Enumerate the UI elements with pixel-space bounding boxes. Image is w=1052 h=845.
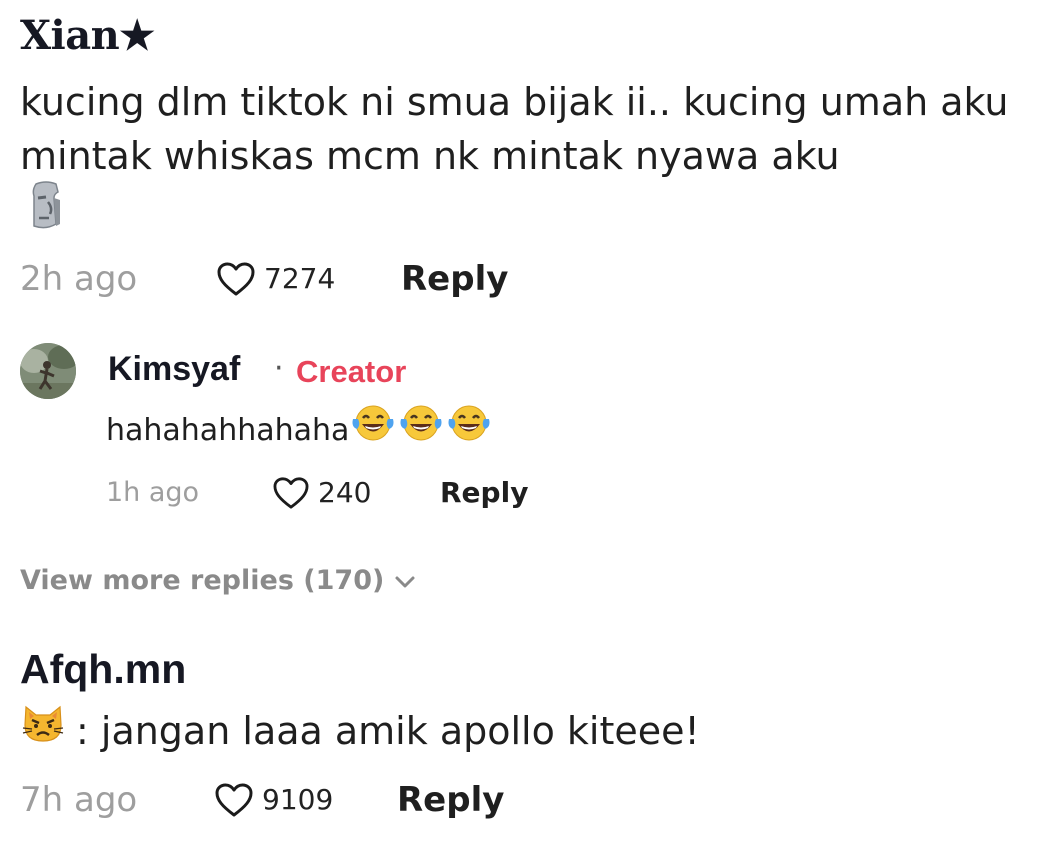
heart-icon[interactable] — [216, 261, 256, 297]
pouting-cat-emoji-icon — [20, 703, 66, 758]
reply-text-line: hahahahhahaha — [106, 403, 493, 458]
reply-username[interactable]: Kimsyaf — [108, 346, 240, 392]
separator-dot: · — [274, 351, 284, 386]
avatar[interactable] — [20, 343, 76, 399]
like-count: 240 — [318, 476, 372, 509]
heart-icon[interactable] — [272, 476, 310, 510]
comment-text: kucing dlm tiktok ni smua bijak ii.. kuc… — [20, 80, 1009, 178]
view-more-label: View more replies (170) — [20, 565, 385, 596]
reply-time: 1h ago — [106, 477, 200, 508]
comment-time: 2h ago — [20, 259, 138, 299]
chevron-down-icon — [394, 562, 416, 600]
reply-button[interactable]: Reply — [397, 780, 504, 820]
laughing-tears-emoji-icon — [445, 403, 493, 458]
like-count: 9109 — [262, 783, 334, 816]
like-count: 7274 — [264, 262, 336, 295]
reply-text: hahahahhahaha — [106, 412, 350, 448]
creator-badge: Creator — [296, 354, 407, 389]
heart-icon[interactable] — [214, 782, 254, 818]
comment-text-line: : jangan laaa amik apollo kiteee! — [20, 703, 700, 758]
like-button[interactable]: 7274 — [216, 259, 335, 299]
moai-emoji-icon — [24, 180, 68, 232]
like-button[interactable]: 240 — [272, 475, 371, 511]
reply-button[interactable]: Reply — [440, 475, 528, 511]
comment-username[interactable]: Afqh.mn — [20, 643, 186, 695]
comment-username[interactable]: Xian★ — [20, 10, 155, 62]
laughing-tears-emoji-icon — [397, 403, 445, 458]
comment-text: : jangan laaa amik apollo kiteee! — [76, 708, 700, 753]
comment-time: 7h ago — [20, 780, 138, 820]
like-button[interactable]: 9109 — [214, 780, 333, 820]
laughing-tears-emoji-icon — [349, 403, 397, 458]
view-more-replies-button[interactable]: View more replies (170) — [20, 562, 416, 600]
reply-button[interactable]: Reply — [401, 259, 508, 299]
